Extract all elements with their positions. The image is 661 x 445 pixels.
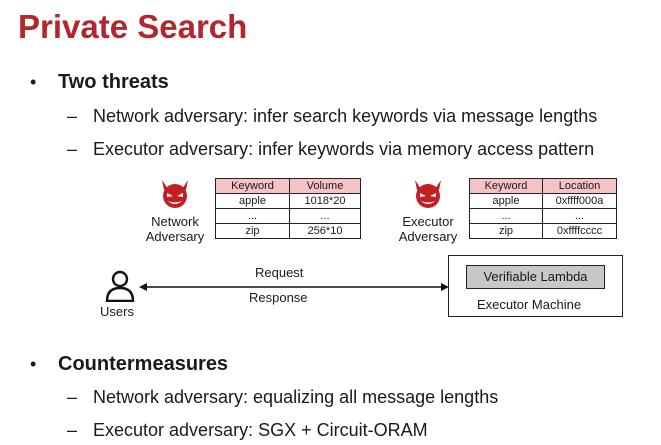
table-cell: zip <box>469 223 543 239</box>
table-row: zip 0xffffcccc <box>469 223 617 239</box>
bullet-countermeasures: Countermeasures <box>58 353 229 375</box>
table-row: apple 0xffff000a <box>469 193 617 209</box>
table-cell: zip <box>215 223 290 239</box>
table-header-row: Keyword Location <box>469 178 617 194</box>
table-cell: 1018*20 <box>289 193 361 209</box>
page-title: Private Search <box>18 8 248 45</box>
table-row: zip 256*10 <box>215 223 361 239</box>
user-icon <box>105 270 135 302</box>
table-header: Volume <box>289 178 361 194</box>
sub-network-threat: Network adversary: infer search keywords… <box>93 106 598 126</box>
network-adversary-label: Network Adversary <box>140 214 210 244</box>
label-line: Adversary <box>398 229 458 244</box>
table-cell: ... <box>469 208 543 224</box>
request-label: Request <box>255 265 304 280</box>
bullet-marker: • <box>30 72 37 92</box>
sub-marker: – <box>67 387 78 407</box>
devil-icon <box>415 180 441 208</box>
network-table: Keyword Volume apple 1018*20 ... ... zip… <box>215 178 361 239</box>
executor-machine-label: Executor Machine <box>477 297 582 312</box>
response-label: Response <box>249 290 308 305</box>
bullet-two-threats: Two threats <box>58 71 169 93</box>
verifiable-lambda-box: Verifiable Lambda <box>466 265 605 289</box>
table-cell: ... <box>542 208 617 224</box>
table-cell: ... <box>289 208 361 224</box>
sub-executor-threat: Executor adversary: infer keywords via m… <box>93 139 595 159</box>
table-header: Location <box>542 178 617 194</box>
table-row: apple 1018*20 <box>215 193 361 209</box>
table-header-row: Keyword Volume <box>215 178 361 194</box>
bullet-marker: • <box>30 354 37 374</box>
sub-marker: – <box>67 106 78 126</box>
sub-marker: – <box>67 139 78 159</box>
table-cell: 256*10 <box>289 223 361 239</box>
table-header: Keyword <box>469 178 543 194</box>
label-line: Adversary <box>145 229 205 244</box>
table-header: Keyword <box>215 178 290 194</box>
table-cell: 0xffffcccc <box>542 223 617 239</box>
executor-table: Keyword Location apple 0xffff000a ... ..… <box>469 178 617 239</box>
label-line: Network <box>151 214 199 229</box>
executor-adversary-label: Executor Adversary <box>393 214 463 244</box>
table-cell: 0xffff000a <box>542 193 617 209</box>
devil-icon <box>162 180 188 208</box>
table-row: ... ... <box>469 208 617 224</box>
label-line: Executor <box>402 214 454 229</box>
table-cell: apple <box>469 193 543 209</box>
table-cell: apple <box>215 193 290 209</box>
users-label: Users <box>100 304 134 319</box>
sub-network-countermeasure: Network adversary: equalizing all messag… <box>93 387 499 407</box>
sub-marker: – <box>67 420 78 440</box>
sub-executor-countermeasure: Executor adversary: SGX + Circuit-ORAM <box>93 420 428 440</box>
table-cell: ... <box>215 208 290 224</box>
table-row: ... ... <box>215 208 361 224</box>
